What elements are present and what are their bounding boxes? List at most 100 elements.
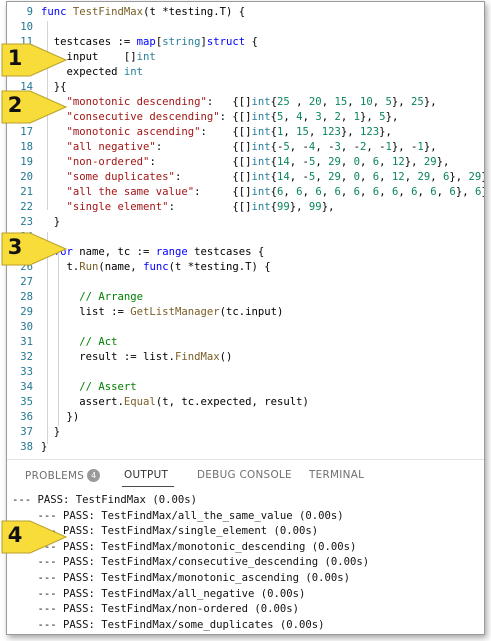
code-line: 12 input []int [7,50,484,65]
panel-tabs: PROBLEMS 4 OUTPUT DEBUG CONSOLE TERMINAL [7,460,484,492]
code-line: 36 }) [7,410,484,425]
code-text: // Assert [41,380,137,395]
code-token: 29 [423,156,437,168]
code-token: , - [289,141,309,153]
tab-output[interactable]: OUTPUT [124,469,168,481]
code-line: 35 assert.Equal(t, tc.expected, result) [7,395,484,410]
code-token: 123 [321,126,341,138]
code-token: "non-ordered" [41,156,150,168]
code-token: , [321,96,335,108]
line-number: 20 [20,171,33,183]
tab-problems[interactable]: PROBLEMS 4 [25,469,101,482]
code-token: }, [481,186,484,198]
code-token: }, [481,171,484,183]
code-token: , - [289,171,309,183]
code-token: int [123,66,144,78]
code-token: 25 [277,96,290,108]
code-token: }, [391,96,412,108]
code-token: }, [455,186,475,198]
code-token: TestFindMax [72,6,144,18]
code-token: }, [423,141,437,153]
line-number: 36 [20,411,33,423]
code-token: , [308,126,322,138]
code-token: Run [79,261,99,273]
code-token: {- [270,141,284,153]
callout-2-number: 2 [7,93,23,117]
code-token: , [283,111,297,123]
tab-debug-console[interactable]: DEBUG CONSOLE [197,469,292,481]
line-number: 28 [20,291,33,303]
code-token: : {[] [194,186,252,198]
line-number: 17 [20,126,33,138]
callout-4-number: 4 [7,523,23,547]
code-token: , - [315,141,335,153]
code-token: }, [360,111,380,123]
code-text: list := GetListManager(tc.input) [41,305,283,320]
code-line: 21 "all the same value": {[]int{6, 6, 6,… [7,185,484,200]
code-text: "consecutive descending": {[]int{5, 4, 3… [41,110,399,125]
code-line: 22 "single element": {[]int{99}, 99}, [7,200,484,215]
code-token: , - [366,141,386,153]
line-number: 35 [20,396,33,408]
code-token: int [251,186,271,198]
code-line: 16 "consecutive descending": {[]int{5, 4… [7,110,484,125]
code-text: "all the same value": {[]int{6, 6, 6, 6,… [41,185,485,200]
code-token: 29 [468,171,482,183]
code-token: "all negative" [41,141,156,153]
active-tab-indicator [122,486,174,487]
code-token: , - [289,156,309,168]
code-token: , [321,111,335,123]
callout-1: 1 [0,41,70,79]
code-token: } [41,216,61,228]
code-token: // Assert [41,381,137,393]
code-token: 29 [417,171,431,183]
code-token: }, [423,96,437,108]
line-number: 10 [20,21,33,33]
code-text: // Act [41,335,117,350]
code-token: , [372,96,386,108]
code-line: 32 result := list.FindMax() [7,350,484,365]
code-token: , [379,186,392,198]
code-token: list := [41,306,131,318]
code-editor[interactable]: 9 func TestFindMax(t *testing.T) {10 11 te… [7,2,484,459]
code-token: , [430,171,443,183]
code-token: , [340,156,354,168]
callout-1-number: 1 [7,46,23,70]
code-line: 9 func TestFindMax(t *testing.T) { [7,5,484,20]
code-token: 25 [411,96,424,108]
line-number: 29 [20,306,33,318]
code-token: int [251,96,271,108]
code-token: 99 [308,201,322,213]
code-token: , [398,186,412,198]
code-line: 28 // Arrange [7,290,484,305]
code-token: (t *testing.T) { [168,261,271,273]
code-text: assert.Equal(t, tc.expected, result) [41,395,309,410]
code-token: func [143,261,169,273]
code-token: int [251,201,271,213]
code-line: 31 // Act [7,335,484,350]
code-token: "single element" [41,201,169,213]
code-text: func TestFindMax(t *testing.T) { [41,5,245,20]
code-line: 10 [7,20,484,35]
code-text: } [41,215,60,230]
code-token: 29 [328,156,341,168]
line-number: 31 [20,336,33,348]
code-token: : {[] [168,201,252,213]
code-line: 11 testcases := map[string]struct { [7,35,484,50]
code-token: , [360,186,373,198]
code-text: "single element": {[]int{99}, 99}, [41,200,335,215]
tab-terminal[interactable]: TERMINAL [309,469,364,481]
code-text: "non-ordered": {[]int{14, -5, 29, 0, 6, … [41,155,450,170]
code-token: 12 [391,156,405,168]
code-token: }, [385,111,399,123]
code-token: }, [340,126,360,138]
problems-count-badge: 4 [87,469,101,482]
bottom-panel: PROBLEMS 4 OUTPUT DEBUG CONSOLE TERMINAL … [7,459,484,634]
code-line: 19 "non-ordered": {[]int{14, -5, 29, 0, … [7,155,484,170]
code-token: string [162,36,201,48]
callout-3-number: 3 [7,235,23,259]
line-number: 22 [20,201,33,213]
code-token: , [404,171,418,183]
code-token: int [251,126,271,138]
code-text: } [41,425,60,440]
